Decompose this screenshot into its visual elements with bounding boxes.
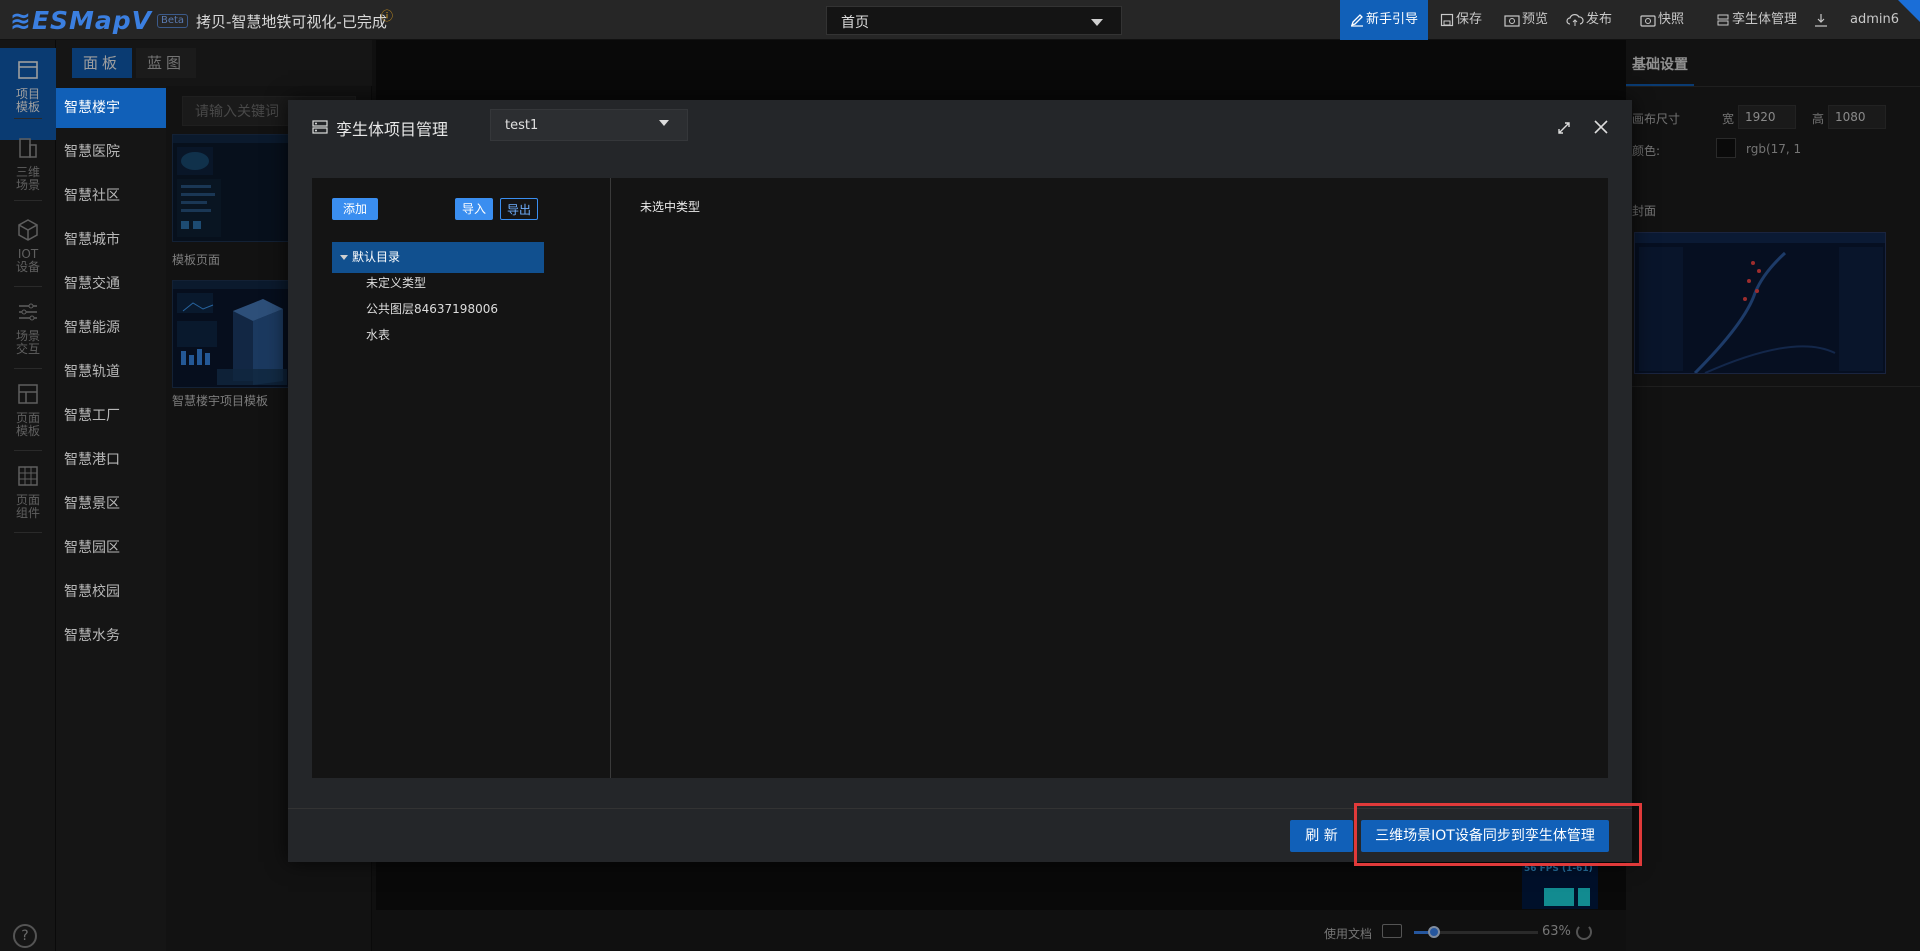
save-icon [1440,13,1454,26]
preview-label: 预览 [1522,12,1549,27]
save-label: 保存 [1456,12,1483,27]
download-button[interactable] [1814,0,1830,40]
category-item[interactable]: 智慧城市 [56,220,166,260]
pen-icon [1350,13,1363,27]
category-item[interactable]: 智慧港口 [56,440,166,480]
corner-badge-icon [1898,0,1920,22]
twin-manage-icon [312,120,328,134]
category-item[interactable]: 智慧交通 [56,264,166,304]
project-title: 拷贝-智慧地铁可视化-已完成 [196,13,387,31]
category-item[interactable]: 智慧校园 [56,572,166,612]
category-item[interactable]: 智慧能源 [56,308,166,348]
preview-button[interactable]: 预览 [1504,0,1548,40]
category-item[interactable]: 智慧工厂 [56,396,166,436]
twin-project-dialog: 孪生体项目管理 test1 添加 导入 导出 默认目录 未定义类型 公共图层84… [288,100,1632,862]
caret-down-icon [659,120,669,126]
logo-text: ESMapV [31,6,153,35]
caret-down-icon [340,255,348,260]
project-select[interactable]: test1 [490,109,688,141]
dialog-header: 孪生体项目管理 test1 [288,100,1632,156]
page-select[interactable]: 首页 [826,6,1122,35]
chevron-down-icon [1091,19,1103,26]
twin-manage-button[interactable]: 孪生体管理 [1716,0,1797,40]
expand-icon[interactable] [1556,120,1572,136]
snapshot-label: 快照 [1658,12,1685,27]
cloud-upload-icon [1566,13,1584,26]
publish-button[interactable]: 发布 [1566,0,1612,40]
tree-node-label: 水表 [366,328,391,342]
category-item[interactable]: 智慧园区 [56,528,166,568]
twin-icon [1717,14,1729,25]
category-item[interactable]: 智慧景区 [56,484,166,524]
category-item[interactable]: 智慧社区 [56,176,166,216]
project-select-value: test1 [505,118,539,133]
warning-icon[interactable]: ⓘ [381,7,393,24]
snapshot-camera-icon [1640,14,1656,27]
guide-button[interactable]: 新手引导 [1340,0,1428,40]
beta-badge: Beta [157,14,189,28]
empty-state-text: 未选中类型 [640,200,701,214]
download-icon [1815,13,1827,27]
category-item[interactable]: 智慧楼宇 [56,88,166,128]
twin-manage-label: 孪生体管理 [1732,12,1798,27]
add-button[interactable]: 添加 [332,198,378,220]
category-item[interactable]: 智慧轨道 [56,352,166,392]
user-menu[interactable]: admin6 [1850,0,1899,40]
refresh-button[interactable]: 刷 新 [1290,820,1353,852]
top-bar: ≋ESMapV Beta 拷贝-智慧地铁可视化-已完成 ⓘ 首页 新手引导 保存… [0,0,1920,40]
close-icon[interactable] [1592,118,1610,136]
import-button[interactable]: 导入 [455,198,493,220]
dialog-body: 添加 导入 导出 默认目录 未定义类型 公共图层84637198006 水表 未… [312,178,1608,778]
dialog-title: 孪生体项目管理 [336,120,449,139]
app-logo: ≋ESMapV [10,6,152,35]
logo-swirl-icon: ≋ [10,6,32,35]
category-item[interactable]: 智慧水务 [56,616,166,656]
category-item[interactable]: 智慧医院 [56,132,166,172]
guide-label: 新手引导 [1366,12,1419,27]
page-select-value: 首页 [841,15,869,31]
tree-node[interactable]: 水表 [332,320,544,351]
type-tree-panel: 添加 导入 导出 默认目录 未定义类型 公共图层84637198006 水表 [312,178,611,778]
highlight-box [1354,803,1642,866]
camera-icon [1504,14,1520,27]
export-button[interactable]: 导出 [500,198,538,220]
snapshot-button[interactable]: 快照 [1640,0,1684,40]
save-button[interactable]: 保存 [1440,0,1482,40]
publish-label: 发布 [1586,12,1613,27]
